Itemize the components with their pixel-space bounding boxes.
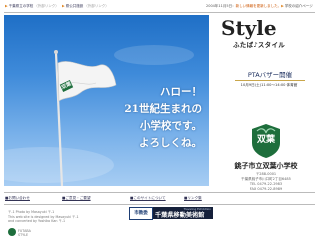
divider bbox=[4, 204, 315, 205]
footer-logo-text: FUTABA STYLE bbox=[18, 229, 31, 237]
slogan-line: 小学校です。 bbox=[140, 120, 202, 132]
link-feedback[interactable]: ■ご意見・ご要望 bbox=[62, 194, 91, 202]
arrow-icon: ▶ bbox=[281, 4, 284, 8]
divider bbox=[4, 12, 315, 13]
pta-date: 10月9日(土)11:00～14:00 体育館 bbox=[240, 83, 298, 87]
school-emblem-icon: 双葉 bbox=[251, 123, 281, 159]
slogan-line: よろしくね。 bbox=[139, 137, 202, 149]
emblem-text: 双葉 bbox=[256, 135, 275, 145]
school-address: 〒288-0001 千葉県銚子市川口町2丁目6485 TEL 0479-22-2… bbox=[217, 172, 315, 192]
museum-banner-title: 千葉県移動美術館 bbox=[155, 212, 205, 219]
credit-line: and converted by Yoshiko Kan 〒-1 bbox=[8, 219, 66, 223]
credits: 〒-1 Photo by Masayuki 〒-1 This web site … bbox=[8, 210, 118, 224]
arrow-icon: ▶ bbox=[62, 4, 65, 8]
top-link-schools[interactable]: ▶千葉県立の学校（外部リンク） bbox=[5, 2, 59, 11]
hero-photo: 双葉 ハロー！ 21世紀生まれの 小学校です。 よろしくね。 bbox=[4, 15, 209, 186]
top-link-bar: ▶千葉県立の学校（外部リンク） ▶県公共施設（外部リンク） 2004年11月5日… bbox=[4, 2, 315, 11]
pta-bazaar-notice[interactable]: PTAバザー開催 10月9日(土)11:00～14:00 体育館 bbox=[226, 70, 312, 96]
link-about-site[interactable]: ■このサイトについて bbox=[130, 194, 166, 202]
style-logo-title[interactable]: Style bbox=[221, 17, 311, 39]
footer-logo-icon bbox=[8, 228, 16, 236]
slogan-line: ハロー！ bbox=[160, 86, 202, 98]
divider bbox=[4, 192, 315, 193]
slogan-line: 21世紀生まれの bbox=[124, 103, 202, 115]
pta-title: PTAバザー開催 bbox=[235, 70, 305, 81]
style-logo-subtitle: ふたば♪スタイル bbox=[233, 41, 286, 49]
link-links[interactable]: ■リンク集 bbox=[184, 194, 202, 202]
school-name: 銚子市立双葉小学校 bbox=[234, 162, 298, 170]
link-contact[interactable]: ■お問い合わせ bbox=[5, 194, 30, 202]
page-frame: ▶千葉県立の学校（外部リンク） ▶県公共施設（外部リンク） 2004年11月5日… bbox=[4, 2, 315, 240]
arrow-icon: ▶ bbox=[5, 4, 8, 8]
news-ticker[interactable]: 2004年11月5日：新しい情報を更新しました。▶学校の紹介ページ bbox=[206, 2, 313, 11]
museum-banner[interactable]: Traveling Exhibition 千葉県移動美術館 bbox=[153, 207, 213, 219]
top-link-facilities[interactable]: ▶県公共施設（外部リンク） bbox=[62, 2, 109, 11]
sidebar: Style ふたば♪スタイル PTAバザー開催 10月9日(土)11:00～14… bbox=[215, 15, 315, 192]
board-of-education-banner[interactable]: 市教委 bbox=[129, 207, 153, 220]
bottom-nav: ■お問い合わせ ■ご意見・ご要望 ■このサイトについて ■リンク集 bbox=[4, 194, 315, 204]
